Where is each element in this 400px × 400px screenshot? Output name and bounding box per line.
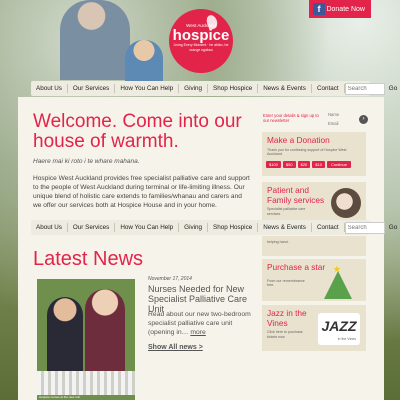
- jazz-logo-sub: in the Vines: [337, 337, 356, 341]
- nav-about-us[interactable]: About Us: [31, 84, 68, 93]
- welcome-heading: Welcome. Come into our house of warmth.: [33, 111, 242, 152]
- logo-tagline: Living Every Moment · he ahiko, he orang…: [173, 43, 229, 52]
- jazz-title: Jazz in the Vines: [267, 308, 307, 328]
- amount-100-button[interactable]: $100: [266, 161, 281, 168]
- nav-contact[interactable]: Contact: [312, 223, 345, 232]
- hero-person-adult: [60, 0, 130, 80]
- patient-photo: [331, 188, 361, 218]
- nav-search: Go: [344, 221, 400, 234]
- maori-subheading: Haere mai ki roto i te whare mahana.: [33, 158, 140, 165]
- jazz-card[interactable]: Jazz in the Vines Click here to purchase…: [262, 305, 366, 351]
- news-photo[interactable]: Hospice nurses at the new unit: [37, 279, 135, 400]
- star-icon: ★: [332, 264, 341, 274]
- family-title: Patient and Family services: [267, 185, 325, 205]
- christmas-tree-icon: [324, 271, 352, 299]
- newsletter-label: Enter your details & sign up to our news…: [263, 113, 319, 123]
- purchase-star-card[interactable]: Purchase a star From our remembrance tre…: [262, 259, 366, 301]
- nav-how-you-can-help[interactable]: How You Can Help: [115, 223, 180, 232]
- star-desc: From our remembrance tree.: [267, 278, 305, 288]
- amount-20-button[interactable]: $20: [297, 161, 311, 168]
- nav-news-events[interactable]: News & Events: [258, 84, 312, 93]
- fence: [37, 371, 135, 395]
- donation-desc: Thank you for continuing support of Hosp…: [267, 147, 347, 157]
- show-all-news-link[interactable]: Show All news >: [148, 344, 203, 351]
- family-desc: Specialist palliative care services.: [267, 207, 306, 216]
- news-lede: Read about our new two-bedroom specialis…: [148, 310, 258, 337]
- newsletter-name-field[interactable]: Name: [328, 112, 339, 117]
- search-input[interactable]: [344, 82, 385, 95]
- nurse-right: [85, 289, 125, 379]
- photo-caption: Hospice nurses at the new unit: [39, 395, 81, 399]
- news-date: November 17, 2014: [148, 276, 192, 282]
- nav-shop-hospice[interactable]: Shop Hospice: [208, 84, 259, 93]
- amount-10-button[interactable]: $10: [312, 161, 325, 168]
- donation-card[interactable]: Make a Donation Thank you for continuing…: [262, 132, 366, 176]
- nav-giving[interactable]: Giving: [179, 223, 209, 232]
- newsletter-email-field[interactable]: Email: [328, 121, 338, 126]
- hospice-logo[interactable]: West Auckland hospice Living Every Momen…: [169, 9, 233, 73]
- continue-button[interactable]: Continue: [326, 161, 351, 168]
- nav-our-services[interactable]: Our Services: [68, 84, 116, 93]
- search-go-button[interactable]: Go: [389, 85, 398, 92]
- nav-giving[interactable]: Giving: [179, 84, 209, 93]
- hero-person-child: [125, 40, 163, 82]
- helping-hand-card[interactable]: helping hand.: [262, 236, 366, 256]
- sticky-nav: About Us Our Services How You Can Help G…: [31, 220, 397, 235]
- nav-news-events[interactable]: News & Events: [258, 223, 312, 232]
- donation-title: Make a Donation: [267, 135, 330, 145]
- newsletter-signup: Enter your details & sign up to our news…: [262, 111, 368, 130]
- nurse-left: [47, 297, 83, 377]
- amount-50-button[interactable]: $50: [282, 161, 296, 168]
- arrow-right-icon[interactable]: ›: [359, 115, 368, 124]
- donate-label: Donate Now: [326, 5, 365, 13]
- latest-news-heading: Latest News: [33, 248, 144, 270]
- donation-amounts: $100 $50 $20 $10 Continue: [266, 161, 351, 168]
- logo-name: hospice: [172, 27, 230, 44]
- nav-shop-hospice[interactable]: Shop Hospice: [208, 223, 259, 232]
- nav-how-you-can-help[interactable]: How You Can Help: [115, 84, 180, 93]
- facebook-icon[interactable]: f: [313, 3, 325, 15]
- intro-text: Hospice West Auckland provides free spec…: [33, 175, 250, 209]
- nav-contact[interactable]: Contact: [312, 84, 345, 93]
- jazz-desc: Click here to purchase tickets now: [267, 330, 303, 339]
- nav-our-services[interactable]: Our Services: [68, 223, 116, 232]
- main-nav: About Us Our Services How You Can Help G…: [31, 81, 397, 96]
- search-go-button[interactable]: Go: [389, 224, 398, 231]
- nav-about-us[interactable]: About Us: [31, 223, 68, 232]
- read-more-link[interactable]: more: [190, 329, 206, 336]
- nav-search: Go: [344, 82, 400, 95]
- search-input[interactable]: [344, 221, 385, 234]
